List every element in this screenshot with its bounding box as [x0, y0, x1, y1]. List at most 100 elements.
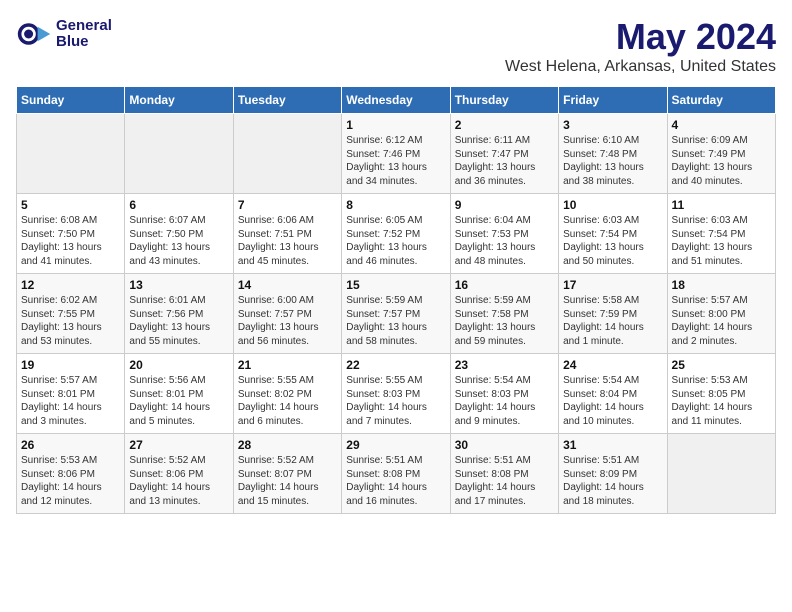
day-cell: 26 Sunrise: 5:53 AM Sunset: 8:06 PM Dayli…	[17, 434, 125, 514]
day-number: 17	[563, 278, 662, 292]
day-info: Sunrise: 6:00 AM Sunset: 7:57 PM Dayligh…	[238, 294, 337, 348]
day-info: Sunrise: 5:51 AM Sunset: 8:08 PM Dayligh…	[346, 454, 445, 508]
day-number: 24	[563, 358, 662, 372]
day-number: 2	[455, 118, 554, 132]
day-info: Sunrise: 6:07 AM Sunset: 7:50 PM Dayligh…	[129, 214, 228, 268]
day-info: Sunrise: 6:03 AM Sunset: 7:54 PM Dayligh…	[672, 214, 771, 268]
header-cell-wednesday: Wednesday	[342, 87, 450, 114]
day-cell: 14Sunrise: 6:00 AM Sunset: 7:57 PM Dayli…	[233, 274, 341, 354]
day-number: 19	[21, 358, 120, 372]
day-cell	[17, 114, 125, 194]
day-info: Sunrise: 6:11 AM Sunset: 7:47 PM Dayligh…	[455, 134, 554, 188]
day-info: Sunrise: 6:06 AM Sunset: 7:51 PM Dayligh…	[238, 214, 337, 268]
day-number: 21	[238, 358, 337, 372]
day-info: Sunrise: 5:59 AM Sunset: 7:57 PM Dayligh…	[346, 294, 445, 348]
day-cell: 17 Sunrise: 5:58 AM Sunset: 7:59 PM Dayli…	[559, 274, 667, 354]
day-info: Sunrise: 5:54 AM Sunset: 8:03 PM Dayligh…	[455, 374, 554, 428]
day-number: 5	[21, 198, 120, 212]
day-info: Sunrise: 6:10 AM Sunset: 7:48 PM Dayligh…	[563, 134, 662, 188]
header-cell-tuesday: Tuesday	[233, 87, 341, 114]
logo: General Blue	[16, 16, 112, 52]
day-cell: 12 Sunrise: 6:02 AM Sunset: 7:55 PM Dayli…	[17, 274, 125, 354]
day-number: 28	[238, 438, 337, 452]
day-cell: 1 Sunrise: 6:12 AM Sunset: 7:46 PM Daylig…	[342, 114, 450, 194]
day-info: Sunrise: 5:53 AM Sunset: 8:05 PM Dayligh…	[672, 374, 771, 428]
day-number: 1	[346, 118, 445, 132]
day-cell: 31 Sunrise: 5:51 AM Sunset: 8:09 PM Dayli…	[559, 434, 667, 514]
calendar-title: May 2024	[505, 16, 776, 58]
day-cell: 6Sunrise: 6:07 AM Sunset: 7:50 PM Daylig…	[125, 194, 233, 274]
logo-text: General Blue	[56, 18, 112, 51]
day-number: 22	[346, 358, 445, 372]
day-number: 31	[563, 438, 662, 452]
day-number: 13	[129, 278, 228, 292]
page-header: General Blue May 2024 West Helena, Arkan…	[16, 16, 776, 76]
day-info: Sunrise: 5:56 AM Sunset: 8:01 PM Dayligh…	[129, 374, 228, 428]
day-cell: 25 Sunrise: 5:53 AM Sunset: 8:05 PM Dayli…	[667, 354, 775, 434]
day-info: Sunrise: 6:08 AM Sunset: 7:50 PM Dayligh…	[21, 214, 120, 268]
day-info: Sunrise: 5:57 AM Sunset: 8:00 PM Dayligh…	[672, 294, 771, 348]
day-cell: 11Sunrise: 6:03 AM Sunset: 7:54 PM Dayli…	[667, 194, 775, 274]
header-row: SundayMondayTuesdayWednesdayThursdayFrid…	[17, 87, 776, 114]
day-number: 3	[563, 118, 662, 132]
day-cell: 5 Sunrise: 6:08 AM Sunset: 7:50 PM Daylig…	[17, 194, 125, 274]
day-number: 30	[455, 438, 554, 452]
day-number: 12	[21, 278, 120, 292]
week-row-1: 1 Sunrise: 6:12 AM Sunset: 7:46 PM Daylig…	[17, 114, 776, 194]
header-cell-thursday: Thursday	[450, 87, 558, 114]
day-info: Sunrise: 5:53 AM Sunset: 8:06 PM Dayligh…	[21, 454, 120, 508]
day-cell: 18 Sunrise: 5:57 AM Sunset: 8:00 PM Dayli…	[667, 274, 775, 354]
logo-line1: General	[56, 18, 112, 35]
day-cell: 9 Sunrise: 6:04 AM Sunset: 7:53 PM Daylig…	[450, 194, 558, 274]
day-info: Sunrise: 6:05 AM Sunset: 7:52 PM Dayligh…	[346, 214, 445, 268]
day-number: 4	[672, 118, 771, 132]
week-row-4: 19 Sunrise: 5:57 AM Sunset: 8:01 PM Dayli…	[17, 354, 776, 434]
week-row-5: 26 Sunrise: 5:53 AM Sunset: 8:06 PM Dayli…	[17, 434, 776, 514]
day-number: 20	[129, 358, 228, 372]
day-cell: 19 Sunrise: 5:57 AM Sunset: 8:01 PM Dayli…	[17, 354, 125, 434]
day-cell: 21 Sunrise: 5:55 AM Sunset: 8:02 PM Dayli…	[233, 354, 341, 434]
day-info: Sunrise: 6:04 AM Sunset: 7:53 PM Dayligh…	[455, 214, 554, 268]
day-info: Sunrise: 5:55 AM Sunset: 8:02 PM Dayligh…	[238, 374, 337, 428]
day-info: Sunrise: 5:51 AM Sunset: 8:08 PM Dayligh…	[455, 454, 554, 508]
logo-line2: Blue	[56, 34, 112, 51]
day-info: Sunrise: 5:58 AM Sunset: 7:59 PM Dayligh…	[563, 294, 662, 348]
day-number: 27	[129, 438, 228, 452]
week-row-3: 12 Sunrise: 6:02 AM Sunset: 7:55 PM Dayli…	[17, 274, 776, 354]
day-number: 25	[672, 358, 771, 372]
day-number: 18	[672, 278, 771, 292]
day-number: 9	[455, 198, 554, 212]
day-info: Sunrise: 5:57 AM Sunset: 8:01 PM Dayligh…	[21, 374, 120, 428]
day-cell	[667, 434, 775, 514]
calendar-table: SundayMondayTuesdayWednesdayThursdayFrid…	[16, 86, 776, 514]
day-cell: 7 Sunrise: 6:06 AM Sunset: 7:51 PM Daylig…	[233, 194, 341, 274]
day-number: 10	[563, 198, 662, 212]
header-cell-friday: Friday	[559, 87, 667, 114]
week-row-2: 5 Sunrise: 6:08 AM Sunset: 7:50 PM Daylig…	[17, 194, 776, 274]
day-number: 23	[455, 358, 554, 372]
day-number: 16	[455, 278, 554, 292]
day-number: 15	[346, 278, 445, 292]
day-info: Sunrise: 6:12 AM Sunset: 7:46 PM Dayligh…	[346, 134, 445, 188]
day-cell: 24 Sunrise: 5:54 AM Sunset: 8:04 PM Dayli…	[559, 354, 667, 434]
day-cell: 27Sunrise: 5:52 AM Sunset: 8:06 PM Dayli…	[125, 434, 233, 514]
day-number: 29	[346, 438, 445, 452]
header-cell-sunday: Sunday	[17, 87, 125, 114]
day-number: 7	[238, 198, 337, 212]
day-info: Sunrise: 5:55 AM Sunset: 8:03 PM Dayligh…	[346, 374, 445, 428]
day-info: Sunrise: 6:01 AM Sunset: 7:56 PM Dayligh…	[129, 294, 228, 348]
day-cell: 8Sunrise: 6:05 AM Sunset: 7:52 PM Daylig…	[342, 194, 450, 274]
day-cell: 22 Sunrise: 5:55 AM Sunset: 8:03 PM Dayli…	[342, 354, 450, 434]
day-cell: 30 Sunrise: 5:51 AM Sunset: 8:08 PM Dayli…	[450, 434, 558, 514]
day-cell: 16Sunrise: 5:59 AM Sunset: 7:58 PM Dayli…	[450, 274, 558, 354]
day-info: Sunrise: 6:02 AM Sunset: 7:55 PM Dayligh…	[21, 294, 120, 348]
day-cell: 23 Sunrise: 5:54 AM Sunset: 8:03 PM Dayli…	[450, 354, 558, 434]
day-info: Sunrise: 5:51 AM Sunset: 8:09 PM Dayligh…	[563, 454, 662, 508]
day-number: 26	[21, 438, 120, 452]
day-info: Sunrise: 6:03 AM Sunset: 7:54 PM Dayligh…	[563, 214, 662, 268]
header-cell-saturday: Saturday	[667, 87, 775, 114]
day-info: Sunrise: 5:54 AM Sunset: 8:04 PM Dayligh…	[563, 374, 662, 428]
title-block: May 2024 West Helena, Arkansas, United S…	[505, 16, 776, 76]
header-cell-monday: Monday	[125, 87, 233, 114]
day-cell: 20 Sunrise: 5:56 AM Sunset: 8:01 PM Dayli…	[125, 354, 233, 434]
